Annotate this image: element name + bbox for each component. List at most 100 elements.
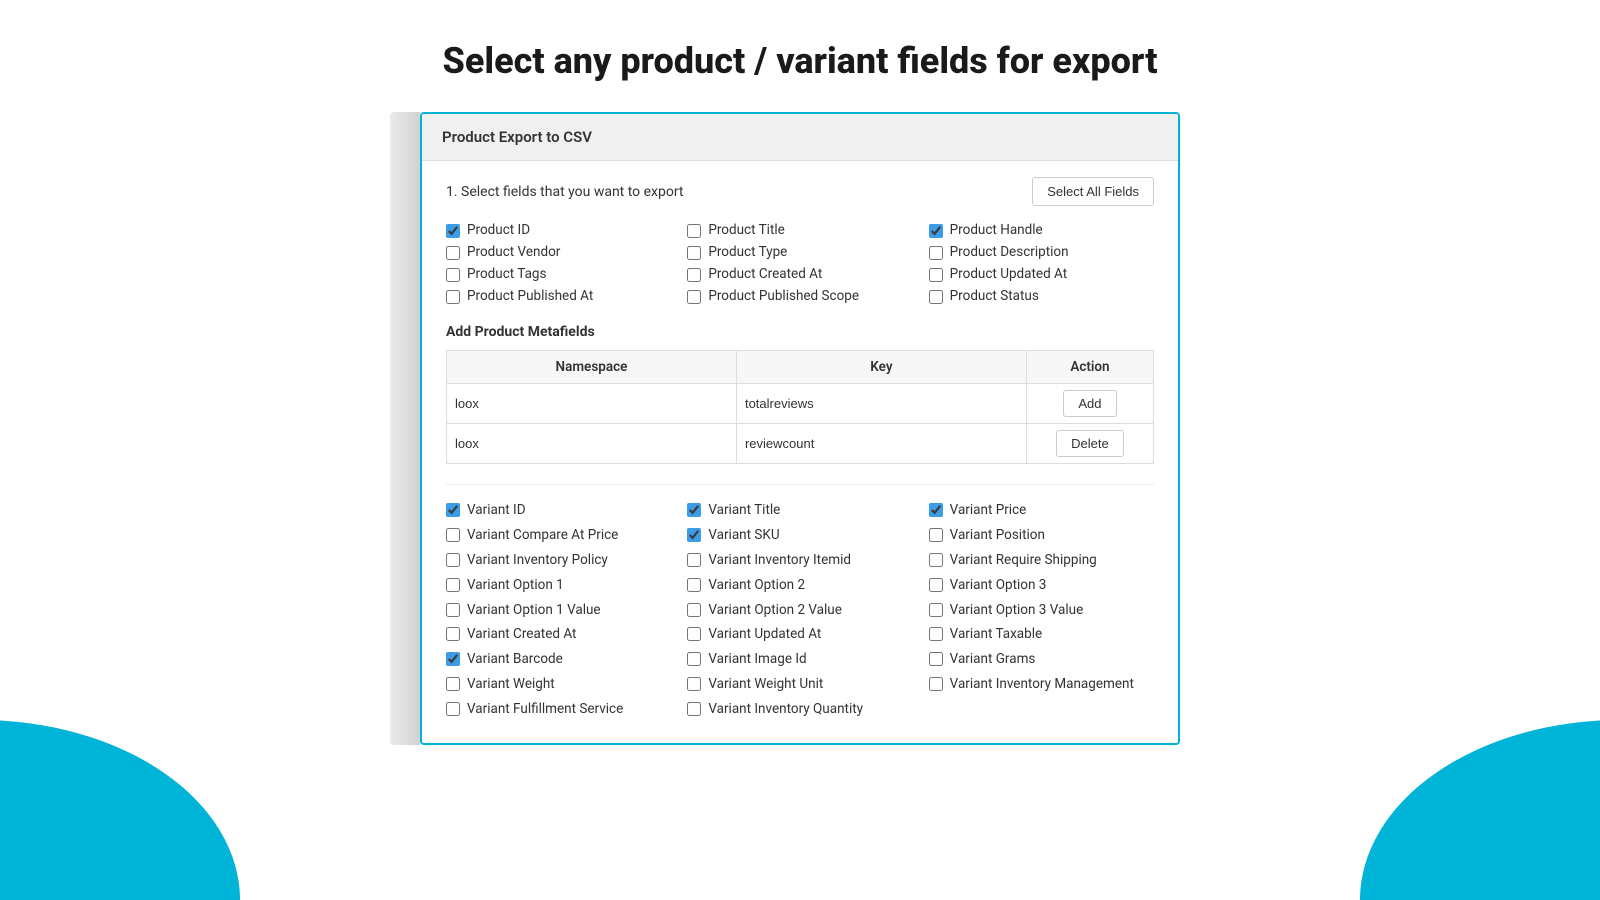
checkbox-product_handle[interactable] xyxy=(929,224,943,238)
variant-field-variant_option_3: Variant Option 3 xyxy=(929,576,1154,595)
checkbox-product_published_scope[interactable] xyxy=(687,290,701,304)
variant-field-variant_fulfillment_service: Variant Fulfillment Service xyxy=(446,700,671,719)
label-product_status: Product Status xyxy=(950,288,1039,304)
checkbox-variant_option_1[interactable] xyxy=(446,578,460,592)
product-field-product_handle: Product Handle xyxy=(929,222,1154,238)
namespace-input-0[interactable] xyxy=(455,396,728,411)
variant-field-variant_inventory_itemid: Variant Inventory Itemid xyxy=(687,551,912,570)
checkbox-variant_compare_at_price[interactable] xyxy=(446,528,460,542)
product-field-product_id: Product ID xyxy=(446,222,671,238)
label-variant_option_2_value: Variant Option 2 Value xyxy=(708,601,842,620)
variant-field-variant_option_2: Variant Option 2 xyxy=(687,576,912,595)
key-input-0[interactable] xyxy=(745,396,1018,411)
label-variant_inventory_itemid: Variant Inventory Itemid xyxy=(708,551,851,570)
checkbox-variant_option_2[interactable] xyxy=(687,578,701,592)
checkbox-variant_image_id[interactable] xyxy=(687,652,701,666)
checkbox-variant_option_3_value[interactable] xyxy=(929,603,943,617)
checkbox-variant_sku[interactable] xyxy=(687,528,701,542)
key-input-1[interactable] xyxy=(745,436,1018,451)
checkbox-variant_option_1_value[interactable] xyxy=(446,603,460,617)
product-field-product_tags: Product Tags xyxy=(446,266,671,282)
checkbox-product_description[interactable] xyxy=(929,246,943,260)
checkbox-variant_weight[interactable] xyxy=(446,677,460,691)
variant-field-variant_option_3_value: Variant Option 3 Value xyxy=(929,601,1154,620)
checkbox-variant_inventory_policy[interactable] xyxy=(446,553,460,567)
col-namespace: Namespace xyxy=(447,351,737,384)
checkbox-variant_weight_unit[interactable] xyxy=(687,677,701,691)
checkbox-variant_inventory_quantity[interactable] xyxy=(687,702,701,716)
label-variant_option_3_value: Variant Option 3 Value xyxy=(950,601,1084,620)
checkbox-variant_option_2_value[interactable] xyxy=(687,603,701,617)
checkbox-variant_inventory_management[interactable] xyxy=(929,677,943,691)
card-header: Product Export to CSV xyxy=(422,114,1178,161)
export-card: Product Export to CSV 1. Select fields t… xyxy=(420,112,1180,745)
variant-field-variant_inventory_quantity: Variant Inventory Quantity xyxy=(687,700,912,719)
checkbox-variant_grams[interactable] xyxy=(929,652,943,666)
label-variant_inventory_policy: Variant Inventory Policy xyxy=(467,551,608,570)
checkbox-product_created_at[interactable] xyxy=(687,268,701,282)
checkbox-variant_option_3[interactable] xyxy=(929,578,943,592)
checkbox-variant_updated_at[interactable] xyxy=(687,627,701,641)
variant-field-variant_title: Variant Title xyxy=(687,501,912,520)
checkbox-variant_price[interactable] xyxy=(929,503,943,517)
checkbox-variant_id[interactable] xyxy=(446,503,460,517)
product-field-product_status: Product Status xyxy=(929,288,1154,304)
checkbox-product_published_at[interactable] xyxy=(446,290,460,304)
step-label: 1. Select fields that you want to export xyxy=(446,184,684,200)
label-variant_require_shipping: Variant Require Shipping xyxy=(950,551,1097,570)
checkbox-variant_fulfillment_service[interactable] xyxy=(446,702,460,716)
product-field-product_published_at: Product Published At xyxy=(446,288,671,304)
checkbox-product_title[interactable] xyxy=(687,224,701,238)
variant-field-variant_barcode: Variant Barcode xyxy=(446,650,671,669)
variant-field-variant_weight_unit: Variant Weight Unit xyxy=(687,675,912,694)
variant-field-variant_option_2_value: Variant Option 2 Value xyxy=(687,601,912,620)
label-variant_id: Variant ID xyxy=(467,501,526,520)
product-field-product_created_at: Product Created At xyxy=(687,266,912,282)
main-panel: Product Export to CSV 1. Select fields t… xyxy=(420,112,1180,745)
variant-field-variant_taxable: Variant Taxable xyxy=(929,625,1154,644)
metafield-row-0: Add xyxy=(447,384,1154,424)
variant-field-variant_require_shipping: Variant Require Shipping xyxy=(929,551,1154,570)
variant-field-variant_weight: Variant Weight xyxy=(446,675,671,694)
checkbox-product_updated_at[interactable] xyxy=(929,268,943,282)
metafields-table: Namespace Key Action AddDelete xyxy=(446,350,1154,464)
namespace-input-1[interactable] xyxy=(455,436,728,451)
variant-fields-grid: Variant IDVariant TitleVariant PriceVari… xyxy=(446,501,1154,719)
metafields-title: Add Product Metafields xyxy=(446,324,1154,340)
action-btn-1[interactable]: Delete xyxy=(1056,430,1124,457)
label-product_description: Product Description xyxy=(950,244,1069,260)
label-variant_option_1_value: Variant Option 1 Value xyxy=(467,601,601,620)
label-variant_option_1: Variant Option 1 xyxy=(467,576,564,595)
variant-field-variant_updated_at: Variant Updated At xyxy=(687,625,912,644)
checkbox-variant_created_at[interactable] xyxy=(446,627,460,641)
label-product_vendor: Product Vendor xyxy=(467,244,560,260)
variant-field-variant_grams: Variant Grams xyxy=(929,650,1154,669)
product-field-product_type: Product Type xyxy=(687,244,912,260)
checkbox-variant_taxable[interactable] xyxy=(929,627,943,641)
label-variant_created_at: Variant Created At xyxy=(467,625,576,644)
label-variant_barcode: Variant Barcode xyxy=(467,650,563,669)
label-product_published_scope: Product Published Scope xyxy=(708,288,859,304)
label-product_id: Product ID xyxy=(467,222,530,238)
section-header: 1. Select fields that you want to export… xyxy=(446,177,1154,206)
checkbox-product_id[interactable] xyxy=(446,224,460,238)
product-field-product_title: Product Title xyxy=(687,222,912,238)
checkbox-variant_title[interactable] xyxy=(687,503,701,517)
select-all-button[interactable]: Select All Fields xyxy=(1032,177,1154,206)
label-product_handle: Product Handle xyxy=(950,222,1043,238)
checkbox-variant_position[interactable] xyxy=(929,528,943,542)
product-fields-grid: Product ID Product Title Product Handle Pro… xyxy=(446,222,1154,304)
checkbox-product_type[interactable] xyxy=(687,246,701,260)
label-product_type: Product Type xyxy=(708,244,787,260)
checkbox-variant_inventory_itemid[interactable] xyxy=(687,553,701,567)
checkbox-product_vendor[interactable] xyxy=(446,246,460,260)
checkbox-product_tags[interactable] xyxy=(446,268,460,282)
checkbox-product_status[interactable] xyxy=(929,290,943,304)
checkbox-variant_barcode[interactable] xyxy=(446,652,460,666)
blue-wave-right xyxy=(1260,580,1600,900)
action-btn-0[interactable]: Add xyxy=(1063,390,1116,417)
card-body: 1. Select fields that you want to export… xyxy=(422,161,1178,743)
variant-field-variant_option_1_value: Variant Option 1 Value xyxy=(446,601,671,620)
label-variant_grams: Variant Grams xyxy=(950,650,1036,669)
checkbox-variant_require_shipping[interactable] xyxy=(929,553,943,567)
